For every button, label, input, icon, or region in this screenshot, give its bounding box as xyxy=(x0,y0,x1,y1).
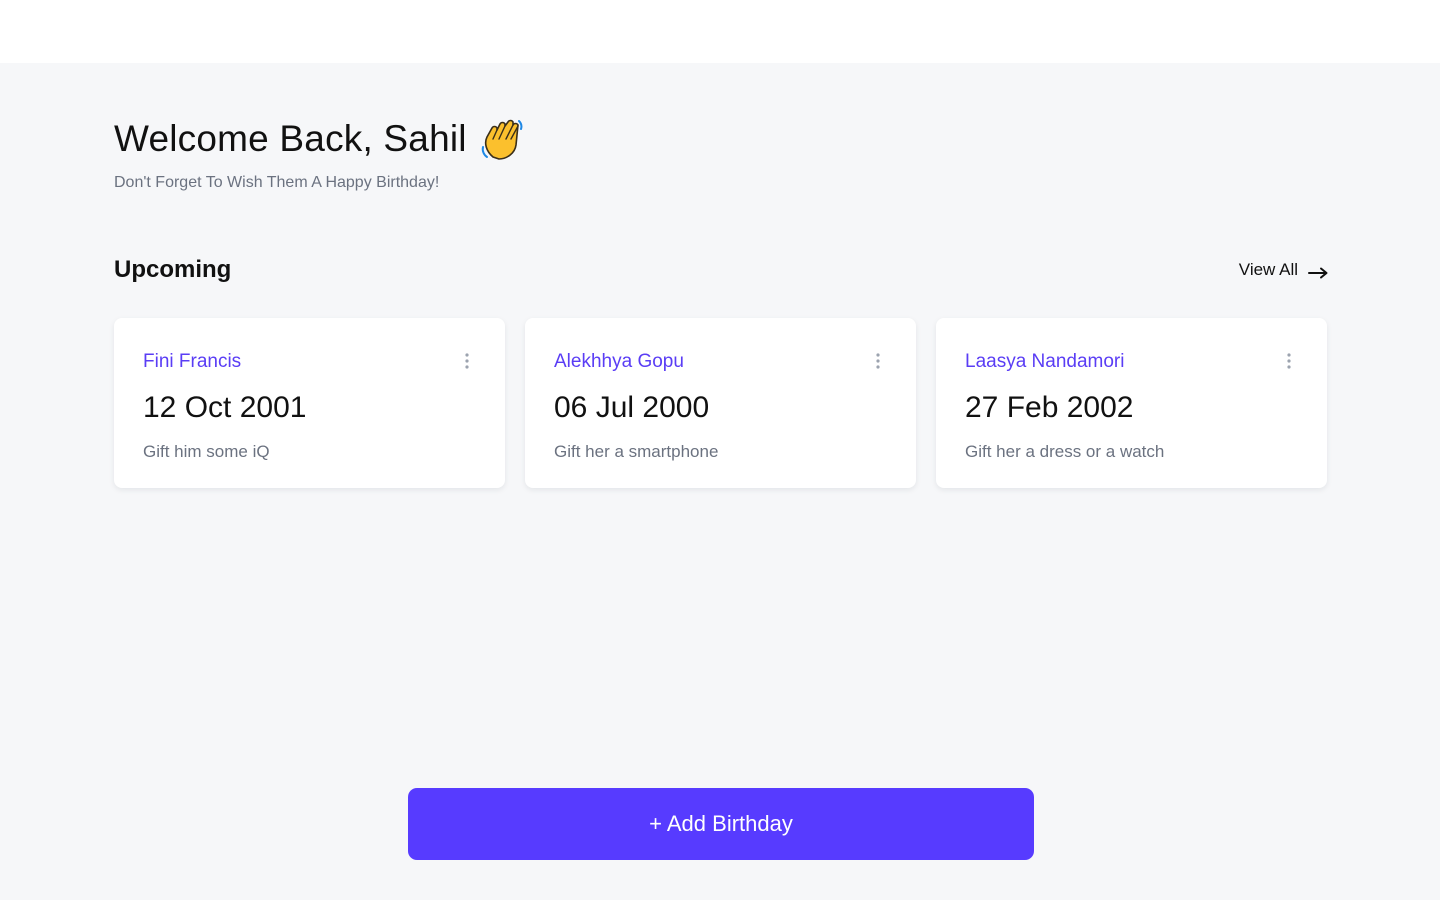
more-vertical-icon[interactable] xyxy=(459,352,475,370)
welcome-section: Welcome Back, Sahil Don't Forget To Wish… xyxy=(114,116,523,192)
page-subtitle: Don't Forget To Wish Them A Happy Birthd… xyxy=(114,174,440,191)
page-title: Welcome Back, Sahil xyxy=(114,116,523,162)
view-all-label: View All xyxy=(1238,260,1298,279)
upcoming-header: Upcoming View All xyxy=(114,256,1328,284)
birth-date: 06 Jul 2000 xyxy=(554,391,710,424)
section-title: Upcoming xyxy=(114,256,232,283)
waving-hand-icon xyxy=(479,117,523,161)
person-name: Laasya Nandamori xyxy=(965,351,1125,372)
gift-note: Gift him some iQ xyxy=(143,442,270,461)
gift-note: Gift her a smartphone xyxy=(554,442,719,461)
greeting-text: Welcome Back, Sahil xyxy=(114,118,467,159)
more-vertical-icon[interactable] xyxy=(1281,352,1297,370)
arrow-right-icon xyxy=(1308,264,1328,279)
birthday-card[interactable]: Alekhhya Gopu 06 Jul 2000 Gift her a sma… xyxy=(525,318,916,488)
birth-date: 12 Oct 2001 xyxy=(143,391,307,424)
birthday-card[interactable]: Laasya Nandamori 27 Feb 2002 Gift her a … xyxy=(936,318,1327,488)
birthday-card-list: Fini Francis 12 Oct 2001 Gift him some i… xyxy=(114,318,1327,488)
birth-date: 27 Feb 2002 xyxy=(965,391,1134,424)
more-vertical-icon[interactable] xyxy=(870,352,886,370)
view-all-link[interactable]: View All xyxy=(1239,260,1328,280)
person-name: Alekhhya Gopu xyxy=(554,351,684,372)
gift-note: Gift her a dress or a watch xyxy=(965,442,1165,461)
person-name: Fini Francis xyxy=(143,351,242,372)
top-bar xyxy=(0,0,1440,63)
birthday-card[interactable]: Fini Francis 12 Oct 2001 Gift him some i… xyxy=(114,318,505,488)
add-birthday-button[interactable]: + Add Birthday xyxy=(408,788,1034,860)
